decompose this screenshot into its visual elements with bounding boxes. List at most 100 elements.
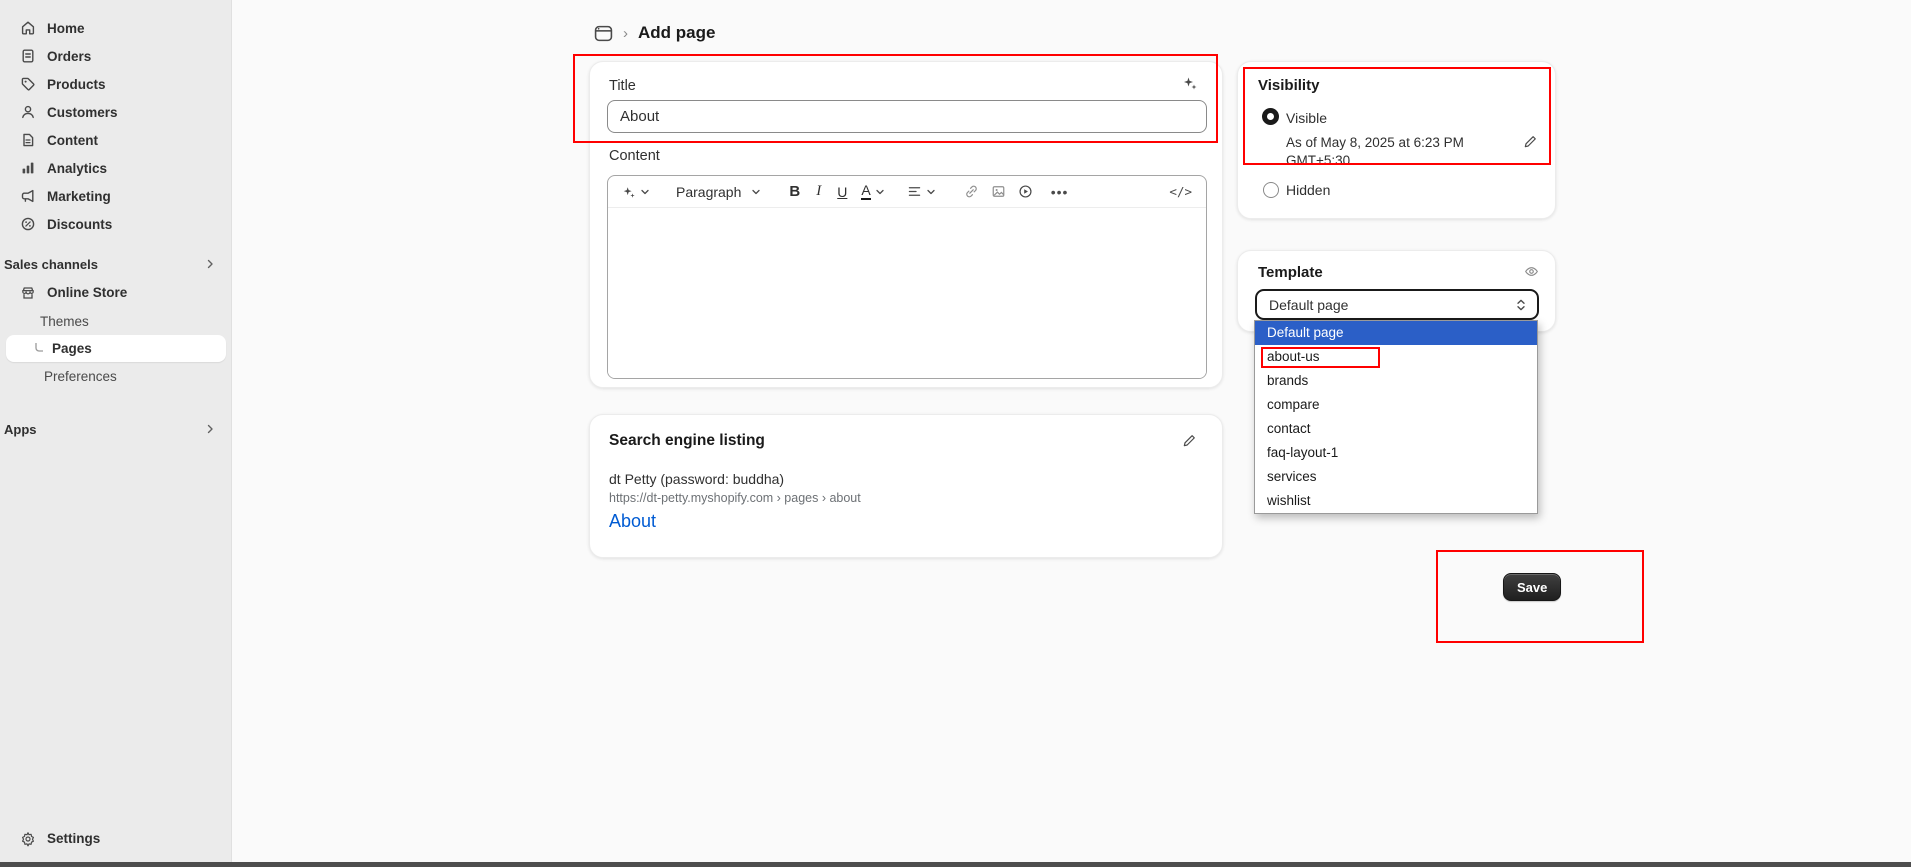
template-select[interactable]: Default page bbox=[1255, 289, 1539, 320]
text-color-dropdown[interactable]: A bbox=[861, 183, 884, 200]
home-icon bbox=[20, 20, 36, 36]
sidebar-item-customers[interactable]: Customers bbox=[0, 98, 232, 126]
bottom-window-edge bbox=[0, 862, 1911, 867]
insert-video-button[interactable] bbox=[1018, 184, 1033, 199]
shopify-admin-add-page-screen: Home Orders Products Customers Content A… bbox=[0, 0, 1911, 867]
sidebar-label: Customers bbox=[47, 105, 118, 120]
template-heading: Template bbox=[1258, 264, 1323, 281]
seo-url: https://dt-petty.myshopify.com › pages ›… bbox=[609, 491, 861, 505]
insert-image-button[interactable] bbox=[991, 184, 1006, 199]
orders-icon bbox=[20, 48, 36, 64]
template-option-default-page[interactable]: Default page bbox=[1255, 321, 1537, 345]
sidebar-label: Marketing bbox=[47, 189, 111, 204]
chevron-down-icon bbox=[875, 187, 885, 197]
chevron-right-icon[interactable] bbox=[204, 258, 218, 272]
template-option-services[interactable]: services bbox=[1255, 465, 1537, 489]
sidebar-label: Discounts bbox=[47, 217, 112, 232]
sidebar-sublabel: Themes bbox=[40, 314, 89, 329]
sidebar-section-apps[interactable]: Apps bbox=[4, 419, 232, 439]
sidebar-item-preferences[interactable]: Preferences bbox=[44, 363, 117, 390]
template-option-about-us[interactable]: about-us bbox=[1255, 345, 1537, 369]
template-option-compare[interactable]: compare bbox=[1255, 393, 1537, 417]
sidebar-label: Orders bbox=[47, 49, 91, 64]
paragraph-style-dropdown[interactable]: Paragraph bbox=[676, 184, 761, 200]
sidebar-label: Home bbox=[47, 21, 85, 36]
content-field-label: Content bbox=[609, 148, 660, 164]
sidebar-item-home[interactable]: Home bbox=[0, 14, 232, 42]
select-updown-icon bbox=[1515, 298, 1527, 312]
content-editor-body[interactable] bbox=[608, 208, 1206, 379]
seo-store-name: dt Petty (password: buddha) bbox=[609, 471, 784, 487]
eye-icon[interactable] bbox=[1524, 264, 1539, 279]
hidden-radio[interactable] bbox=[1263, 182, 1279, 198]
sidebar-label: Analytics bbox=[47, 161, 107, 176]
sidebar-item-content[interactable]: Content bbox=[0, 126, 232, 154]
align-left-icon bbox=[907, 184, 922, 199]
sidebar-item-themes[interactable]: Themes bbox=[40, 308, 89, 335]
online-store-icon bbox=[20, 285, 36, 301]
title-field-label: Title bbox=[609, 78, 636, 94]
edit-pencil-icon[interactable] bbox=[1182, 433, 1197, 448]
more-options-button[interactable]: ••• bbox=[1051, 184, 1069, 200]
sidebar-section-sales-channels[interactable]: Sales channels bbox=[4, 254, 232, 274]
sidebar-item-pages[interactable]: Pages bbox=[6, 335, 226, 362]
text-color-label: A bbox=[861, 183, 870, 200]
save-button[interactable]: Save bbox=[1503, 573, 1561, 601]
sidebar-item-orders[interactable]: Orders bbox=[0, 42, 232, 70]
italic-button[interactable]: I bbox=[816, 183, 821, 200]
apps-header-label: Apps bbox=[4, 422, 37, 437]
tree-connector-icon bbox=[34, 343, 44, 354]
editor-toolbar: Paragraph B I U A bbox=[608, 176, 1206, 208]
hidden-radio-label[interactable]: Hidden bbox=[1286, 182, 1330, 198]
image-icon bbox=[991, 184, 1006, 199]
breadcrumb: › Add page bbox=[594, 20, 715, 46]
sidebar-sublabel: Preferences bbox=[44, 369, 117, 384]
sidebar-item-online-store[interactable]: Online Store bbox=[0, 279, 232, 306]
seo-heading: Search engine listing bbox=[609, 432, 765, 450]
sidebar-sublabel: Pages bbox=[52, 341, 92, 356]
chevron-down-icon bbox=[751, 187, 761, 197]
analytics-icon bbox=[20, 160, 36, 176]
content-icon bbox=[20, 132, 36, 148]
template-option-contact[interactable]: contact bbox=[1255, 417, 1537, 441]
bold-button[interactable]: B bbox=[789, 183, 800, 200]
template-option-wishlist[interactable]: wishlist bbox=[1255, 489, 1537, 513]
gear-icon bbox=[20, 831, 36, 847]
page-details-card: Title Content Paragraph B I U A bbox=[589, 61, 1223, 388]
breadcrumb-separator: › bbox=[623, 25, 628, 42]
products-icon bbox=[20, 76, 36, 92]
visible-radio[interactable] bbox=[1262, 108, 1279, 125]
sidebar-item-products[interactable]: Products bbox=[0, 70, 232, 98]
visibility-heading: Visibility bbox=[1258, 77, 1319, 94]
search-engine-listing-card: Search engine listing dt Petty (password… bbox=[589, 414, 1223, 558]
underline-button[interactable]: U bbox=[837, 184, 847, 200]
template-option-faq-layout-1[interactable]: faq-layout-1 bbox=[1255, 441, 1537, 465]
page-context-icon[interactable] bbox=[594, 24, 613, 43]
magic-sparkle-icon[interactable] bbox=[1182, 75, 1198, 91]
visible-radio-label[interactable]: Visible bbox=[1286, 110, 1327, 126]
marketing-icon bbox=[20, 188, 36, 204]
sidebar-label: Settings bbox=[47, 831, 100, 846]
rich-text-editor: Paragraph B I U A bbox=[607, 175, 1207, 379]
template-select-value: Default page bbox=[1269, 297, 1348, 313]
sales-channels-header-label: Sales channels bbox=[4, 257, 98, 272]
seo-result-title-link[interactable]: About bbox=[609, 511, 656, 532]
show-html-button[interactable]: </> bbox=[1169, 184, 1192, 199]
sidebar-item-analytics[interactable]: Analytics bbox=[0, 154, 232, 182]
ai-assist-button[interactable] bbox=[622, 185, 650, 199]
chevron-right-icon[interactable] bbox=[204, 423, 218, 437]
page-title: Add page bbox=[638, 23, 715, 43]
edit-pencil-icon[interactable] bbox=[1523, 134, 1538, 149]
alignment-dropdown[interactable] bbox=[907, 184, 936, 199]
template-option-brands[interactable]: brands bbox=[1255, 369, 1537, 393]
paragraph-style-label: Paragraph bbox=[676, 184, 741, 200]
insert-link-button[interactable] bbox=[964, 184, 979, 199]
discounts-icon bbox=[20, 216, 36, 232]
sidebar-label: Content bbox=[47, 133, 98, 148]
sidebar-item-marketing[interactable]: Marketing bbox=[0, 182, 232, 210]
sidebar-label: Products bbox=[47, 77, 106, 92]
title-input[interactable] bbox=[607, 100, 1207, 133]
chevron-down-icon bbox=[640, 187, 650, 197]
sidebar-item-settings[interactable]: Settings bbox=[0, 825, 232, 852]
sidebar-item-discounts[interactable]: Discounts bbox=[0, 210, 232, 238]
